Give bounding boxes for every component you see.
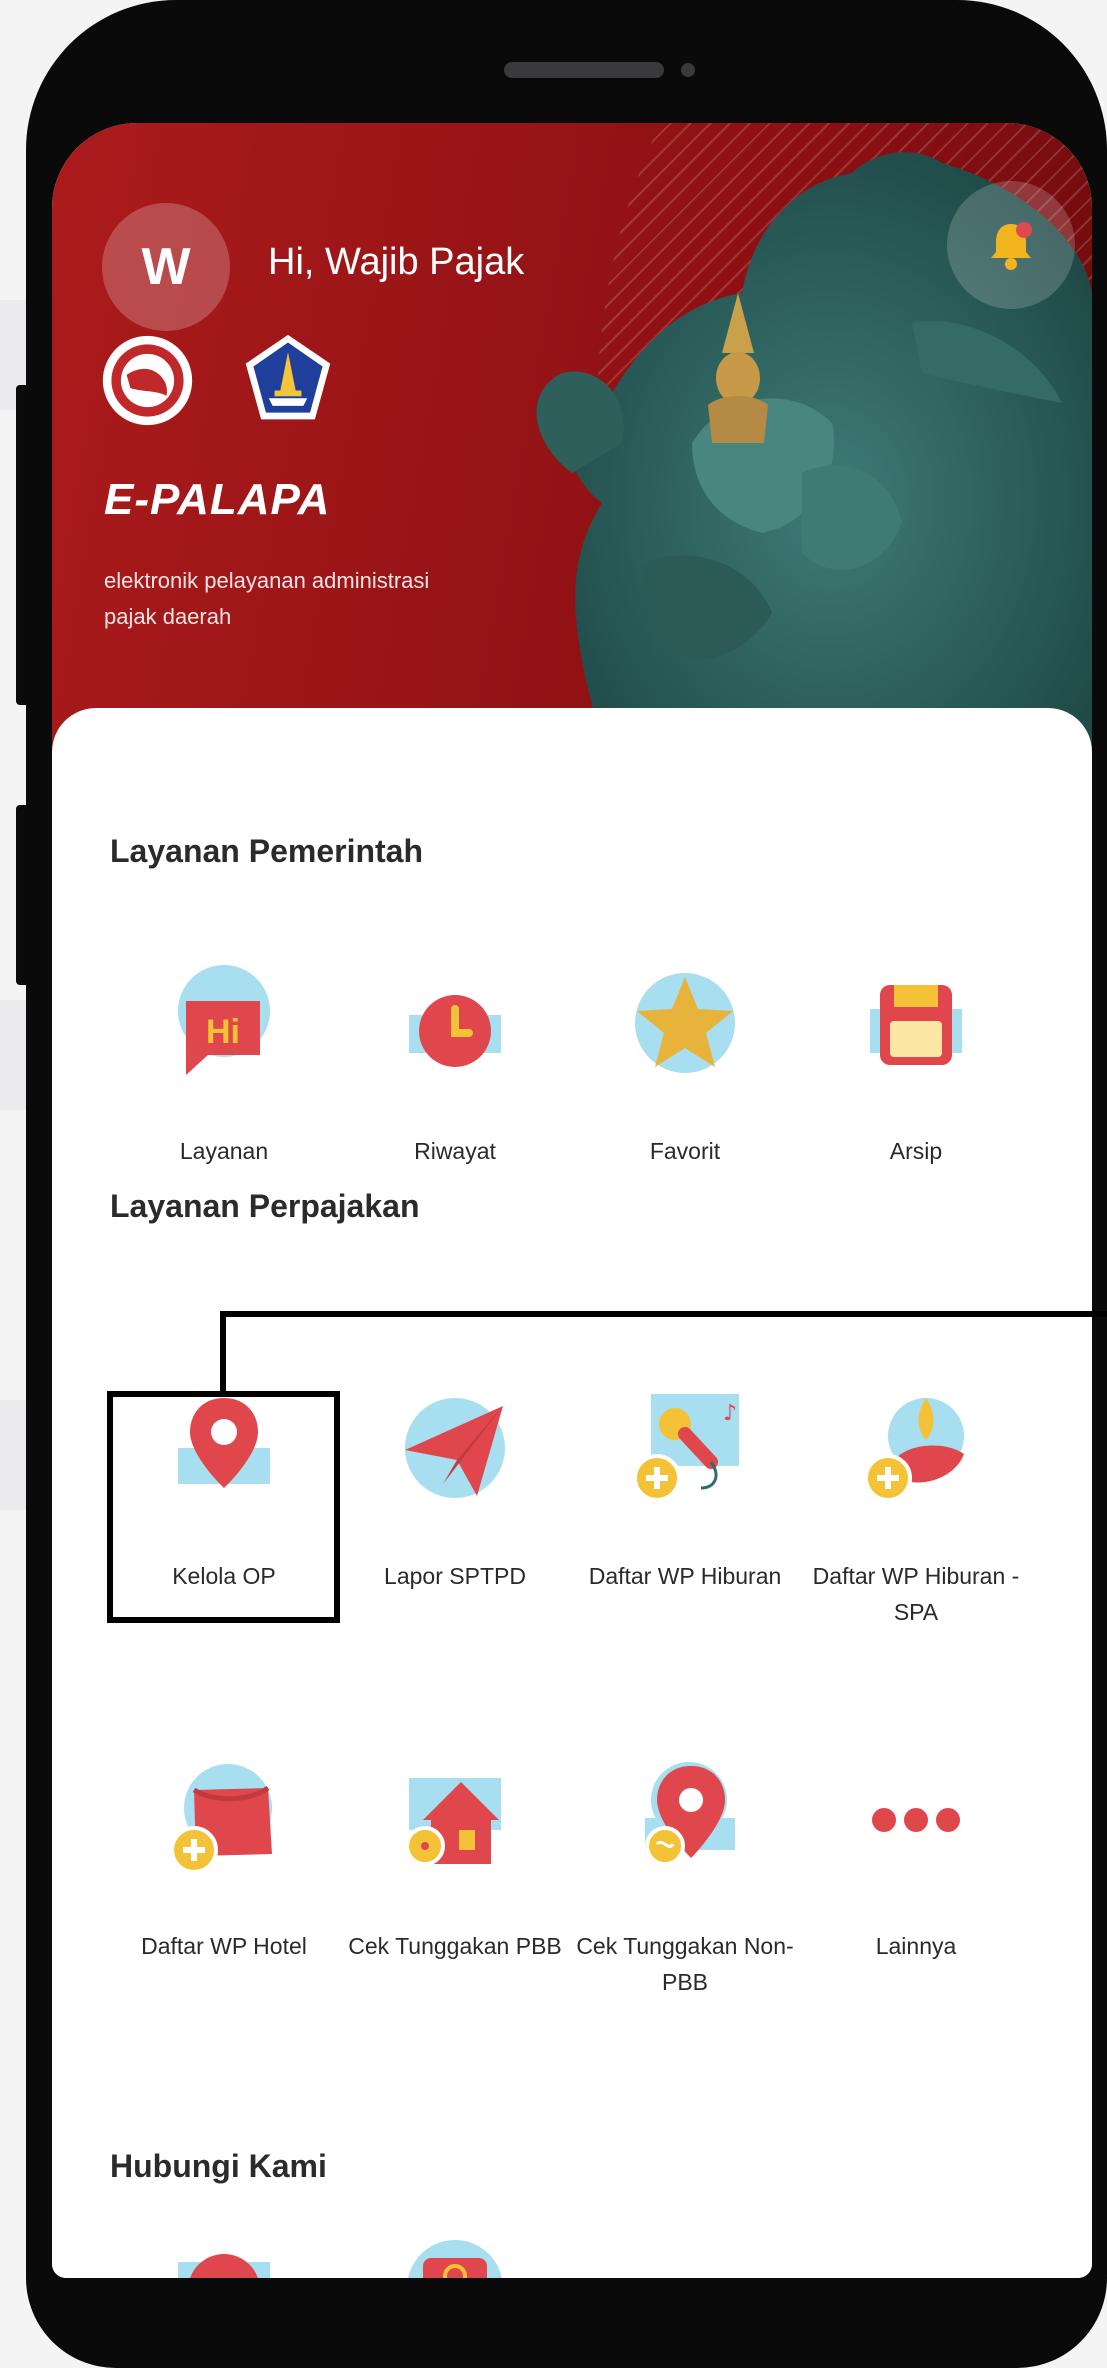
callout-connector-line: [220, 1311, 1107, 1317]
menu-item-label: Layanan: [179, 1138, 269, 1164]
menu-item-favorit[interactable]: Favorit: [570, 963, 800, 1203]
contact-email-button[interactable]: [340, 2238, 570, 2278]
menu-item-label: Favorit: [649, 1138, 721, 1164]
bed-add-icon: [170, 1764, 272, 1874]
section-title-tax: Layanan Perpajakan: [110, 1188, 420, 1224]
svg-text:♪: ♪: [723, 1401, 737, 1426]
menu-item-label: Arsip: [889, 1138, 943, 1164]
email-icon: [408, 2240, 502, 2278]
section-title-contact: Hubungi Kami: [110, 2148, 327, 2184]
section-title-government: Layanan Pemerintah: [110, 833, 423, 869]
bell-icon: [991, 222, 1032, 270]
floppy-disk-icon: [870, 985, 962, 1065]
user-avatar[interactable]: W: [102, 203, 230, 331]
spa-add-icon: [864, 1398, 964, 1502]
menu-item-arsip[interactable]: Arsip: [801, 963, 1031, 1203]
notification-button[interactable]: [947, 181, 1075, 309]
menu-item-label: Riwayat: [414, 1138, 496, 1164]
greeting-text: Hi, Wajib Pajak: [268, 241, 525, 283]
menu-item-label: Daftar WP Hotel: [141, 1933, 307, 1959]
star-icon: [635, 973, 735, 1073]
menu-item-daftar-wp-hiburan[interactable]: ♪ Daftar WP Hiburan: [570, 1388, 800, 1628]
phone-frame: W Hi, Wajib Pajak E-PALAPA elektronik pe…: [26, 0, 1107, 2368]
house-coin-icon: [405, 1778, 501, 1866]
app-header: W Hi, Wajib Pajak E-PALAPA elektronik pe…: [52, 123, 1092, 763]
menu-item-daftar-wp-hotel[interactable]: Daftar WP Hotel: [109, 1758, 339, 1998]
menu-item-lapor-sptpd[interactable]: Lapor SPTPD: [340, 1388, 570, 1628]
menu-item-label: Daftar WP Hiburan: [588, 1563, 782, 1589]
menu-item-riwayat[interactable]: Riwayat: [340, 963, 570, 1203]
contact-phone-button[interactable]: [109, 2248, 339, 2278]
microphone-add-icon: ♪: [633, 1394, 739, 1502]
avatar-initial: W: [141, 238, 191, 296]
more-dots-icon: [872, 1808, 960, 1832]
menu-item-label: Lapor SPTPD: [384, 1563, 526, 1589]
phone-camera: [681, 63, 695, 77]
regional-government-emblem-icon: [245, 334, 331, 420]
menu-item-cek-tunggakan-non-pbb[interactable]: Cek Tunggakan Non-PBB: [570, 1758, 800, 1998]
organization-logo-icon: [102, 335, 193, 426]
svg-text:Hi: Hi: [206, 1013, 240, 1051]
phone-speaker: [504, 62, 664, 78]
chat-hi-icon: Hi: [178, 965, 270, 1075]
pin-coin-icon: [645, 1762, 735, 1866]
paper-plane-icon: [405, 1398, 505, 1498]
menu-item-lainnya[interactable]: Lainnya: [801, 1758, 1031, 1998]
menu-item-label: Daftar WP Hiburan - SPA: [812, 1563, 1020, 1625]
menu-item-daftar-wp-hiburan-spa[interactable]: Daftar WP Hiburan - SPA: [801, 1388, 1031, 1628]
menu-item-layanan[interactable]: Hi Layanan: [109, 963, 339, 1203]
menu-item-label: Cek Tunggakan PBB: [348, 1933, 562, 1959]
app-title: E-PALAPA: [104, 475, 331, 524]
app-screen: W Hi, Wajib Pajak E-PALAPA elektronik pe…: [52, 123, 1092, 2278]
menu-item-cek-tunggakan-pbb[interactable]: Cek Tunggakan PBB: [340, 1758, 570, 1998]
phone-icon: [178, 2254, 270, 2278]
clock-icon: [409, 995, 501, 1067]
callout-connector-line: [220, 1311, 226, 1391]
callout-highlight-box: [107, 1391, 340, 1623]
app-tagline: elektronik pelayanan administrasi pajak …: [104, 568, 430, 629]
menu-item-label: Cek Tunggakan Non-PBB: [576, 1933, 794, 1995]
menu-item-label: Lainnya: [875, 1933, 957, 1959]
